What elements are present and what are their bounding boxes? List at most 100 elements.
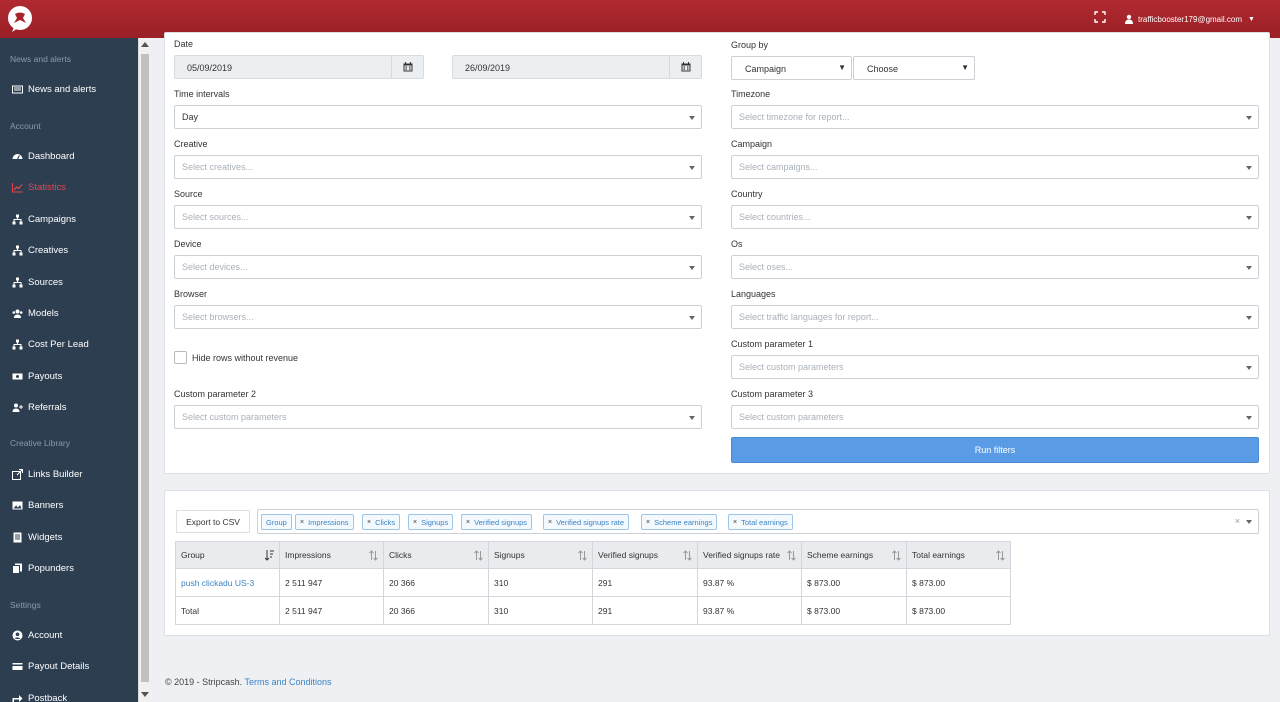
scroll-down-icon[interactable] bbox=[141, 692, 149, 697]
column-tag[interactable]: × Scheme earnings bbox=[641, 514, 718, 530]
column-header-clicks[interactable]: Clicks bbox=[383, 541, 489, 569]
column-header-verified-signups[interactable]: Verified signups bbox=[592, 541, 698, 569]
sort-icon[interactable] bbox=[683, 550, 692, 561]
column-header-signups[interactable]: Signups bbox=[488, 541, 593, 569]
browser-select[interactable]: Select browsers... bbox=[174, 305, 702, 329]
tag-label: Clicks bbox=[375, 517, 396, 527]
table-cell-group-link[interactable]: push clickadu US-3 bbox=[175, 568, 280, 597]
column-header-total-earnings[interactable]: Total earnings bbox=[906, 541, 1011, 569]
column-tag[interactable]: × Clicks bbox=[362, 514, 401, 530]
custom-parameter-3-select[interactable]: Select custom parameters bbox=[731, 405, 1259, 429]
sort-icon[interactable] bbox=[996, 550, 1005, 561]
custom-parameter-1-select[interactable]: Select custom parameters bbox=[731, 355, 1259, 379]
remove-tag-icon[interactable]: × bbox=[413, 519, 417, 526]
sort-desc-icon[interactable] bbox=[265, 550, 274, 561]
column-tag[interactable]: × Verified signups bbox=[461, 514, 533, 530]
sitemap-icon bbox=[12, 245, 23, 255]
sidebar-item-statistics[interactable]: Statistics bbox=[12, 179, 136, 195]
date-to-field[interactable]: 26/09/2019 bbox=[452, 55, 702, 79]
table-row: push clickadu US-3 2 511 947 20 366 310 … bbox=[175, 568, 1011, 597]
sidebar-item-label: Campaigns bbox=[28, 213, 77, 225]
sidebar-item-dashboard[interactable]: Dashboard bbox=[12, 148, 136, 164]
creative-select[interactable]: Select creatives... bbox=[174, 155, 702, 179]
column-tag[interactable]: × Verified signups rate bbox=[543, 514, 630, 530]
scroll-up-icon[interactable] bbox=[141, 42, 149, 47]
column-header-impressions[interactable]: Impressions bbox=[279, 541, 384, 569]
chevron-down-icon bbox=[689, 416, 695, 420]
export-csv-button[interactable]: Export to CSV bbox=[176, 510, 250, 533]
campaign-select[interactable]: Select campaigns... bbox=[731, 155, 1259, 179]
columns-multiselect[interactable]: Group × Impressions × Clicks × Signups × Ver… bbox=[257, 509, 1259, 534]
sort-icon[interactable] bbox=[787, 550, 796, 561]
sidebar-item-popunders[interactable]: Popunders bbox=[12, 560, 136, 576]
calendar-icon bbox=[403, 62, 412, 72]
sidebar-item-postback[interactable]: Postback bbox=[12, 690, 136, 702]
sidebar-item-referrals[interactable]: Referrals bbox=[12, 399, 136, 415]
remove-tag-icon[interactable]: × bbox=[646, 519, 650, 526]
sidebar-item-models[interactable]: Models bbox=[12, 305, 136, 321]
sidebar-item-news-and-alerts[interactable]: News and alerts bbox=[12, 81, 136, 97]
calendar-button[interactable] bbox=[391, 56, 423, 78]
logo-icon[interactable] bbox=[6, 5, 34, 33]
sort-icon[interactable] bbox=[474, 550, 483, 561]
column-header-scheme-earnings[interactable]: Scheme earnings bbox=[801, 541, 907, 569]
column-header-group[interactable]: Group bbox=[175, 541, 280, 569]
source-select[interactable]: Select sources... bbox=[174, 205, 702, 229]
sidebar-item-payouts[interactable]: Payouts bbox=[12, 368, 136, 384]
group-by-select-primary[interactable]: Campaign ▼ bbox=[731, 56, 852, 80]
time-intervals-select[interactable]: Day bbox=[174, 105, 702, 129]
column-tag[interactable]: × Signups bbox=[408, 514, 454, 530]
column-header-verified-signups-rate[interactable]: Verified signups rate bbox=[697, 541, 802, 569]
sidebar-item-banners[interactable]: Banners bbox=[12, 497, 136, 513]
device-select[interactable]: Select devices... bbox=[174, 255, 702, 279]
remove-tag-icon[interactable]: × bbox=[548, 519, 552, 526]
chevron-down-icon bbox=[689, 266, 695, 270]
date-from-field[interactable]: 05/09/2019 bbox=[174, 55, 424, 79]
fullscreen-icon[interactable] bbox=[1094, 11, 1106, 23]
time-intervals-label: Time intervals bbox=[174, 89, 230, 99]
chevron-down-icon bbox=[1246, 216, 1252, 220]
languages-select[interactable]: Select traffic languages for report... bbox=[731, 305, 1259, 329]
chevron-down-icon[interactable] bbox=[1246, 520, 1252, 524]
sidebar-item-payout-details[interactable]: Payout Details bbox=[12, 658, 136, 674]
newspaper-icon bbox=[12, 85, 23, 93]
sidebar-scrollbar[interactable] bbox=[138, 38, 150, 702]
tag-label: Signups bbox=[421, 517, 449, 527]
remove-tag-icon[interactable]: × bbox=[466, 519, 470, 526]
sidebar-item-label: Creatives bbox=[28, 244, 69, 256]
custom-parameter-2-select[interactable]: Select custom parameters bbox=[174, 405, 702, 429]
sidebar-item-sources[interactable]: Sources bbox=[12, 274, 136, 290]
os-select[interactable]: Select oses... bbox=[731, 255, 1259, 279]
sidebar-item-widgets[interactable]: Widgets bbox=[12, 529, 136, 545]
sort-icon[interactable] bbox=[369, 550, 378, 561]
remove-tag-icon[interactable]: × bbox=[733, 519, 737, 526]
run-filters-button[interactable]: Run filters bbox=[731, 437, 1259, 463]
country-select[interactable]: Select countries... bbox=[731, 205, 1259, 229]
clear-icon[interactable]: × bbox=[1235, 516, 1240, 526]
column-tag[interactable]: × Impressions bbox=[295, 514, 354, 530]
calendar-button[interactable] bbox=[669, 56, 701, 78]
sidebar-item-links-builder[interactable]: Links Builder bbox=[12, 466, 136, 482]
sidebar: News and alerts News and alerts Account … bbox=[0, 38, 138, 702]
image-icon bbox=[12, 501, 23, 509]
browser-label: Browser bbox=[174, 289, 208, 299]
group-by-select-secondary[interactable]: Choose ▼ bbox=[853, 56, 975, 80]
scrollbar-thumb[interactable] bbox=[141, 54, 149, 682]
hide-rows-checkbox[interactable] bbox=[174, 351, 187, 364]
sidebar-item-account[interactable]: Account bbox=[12, 627, 136, 643]
sort-icon[interactable] bbox=[578, 550, 587, 561]
sort-icon[interactable] bbox=[892, 550, 901, 561]
sidebar-item-campaigns[interactable]: Campaigns bbox=[12, 211, 136, 227]
column-tag-group[interactable]: Group bbox=[261, 514, 292, 530]
timezone-select[interactable]: Select timezone for report... bbox=[731, 105, 1259, 129]
remove-tag-icon[interactable]: × bbox=[367, 519, 371, 526]
user-menu[interactable]: trafficbooster179@gmail.com ▼ bbox=[1124, 12, 1255, 26]
column-tag[interactable]: × Total earnings bbox=[728, 514, 793, 530]
sidebar-item-cost-per-lead[interactable]: Cost Per Lead bbox=[12, 336, 136, 352]
terms-link[interactable]: Terms and Conditions bbox=[245, 677, 332, 687]
remove-tag-icon[interactable]: × bbox=[300, 519, 304, 526]
sidebar-item-creatives[interactable]: Creatives bbox=[12, 242, 136, 258]
column-header-label: Clicks bbox=[389, 550, 412, 560]
sitemap-icon bbox=[12, 277, 23, 287]
sidebar-item-label: Account bbox=[28, 629, 63, 641]
